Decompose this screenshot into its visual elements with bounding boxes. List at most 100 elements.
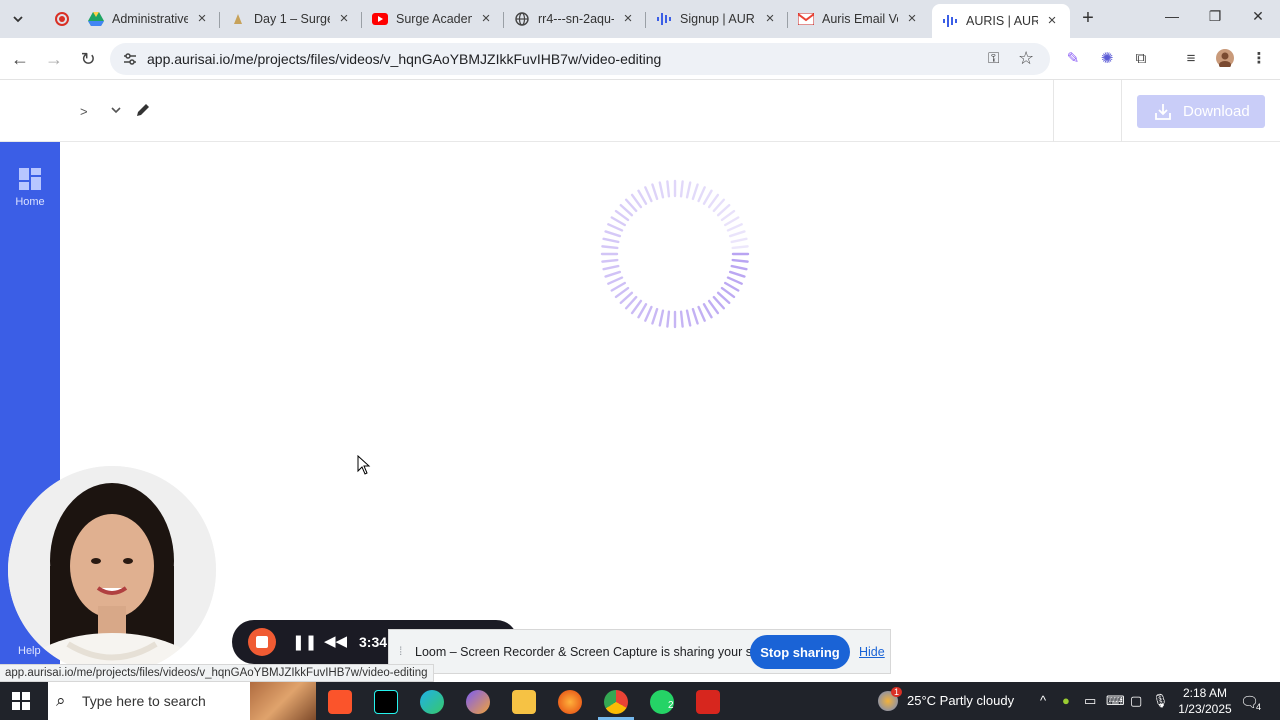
new-tab-button[interactable]: + [1078,8,1098,28]
forward-button[interactable]: → [43,48,65,70]
minimize-button[interactable]: — [1160,8,1184,28]
clock-time: 2:18 AM [1182,686,1228,700]
spinner-tick [724,281,740,292]
hide-link[interactable]: Hide [859,645,885,659]
spinner-tick [707,299,720,315]
tab-label: Surge Academy [396,12,472,26]
tab-auris-email[interactable]: Auris Email Ver × [788,4,930,34]
address-bar[interactable]: app.aurisai.io/me/projects/files/videos/… [110,43,1050,75]
spinner-tick [666,310,671,328]
spinner-tick [630,299,643,315]
system-clock[interactable]: 2:18 AM 1/23/2025 [1175,685,1235,717]
media-control-icon[interactable]: ≡ [1181,49,1201,69]
spinner-tick [730,264,748,271]
copilot-icon[interactable] [466,690,490,714]
edge-browser-icon[interactable] [420,690,444,714]
close-icon[interactable]: × [1044,13,1060,29]
reload-button[interactable]: ↻ [77,48,99,70]
auris-icon [942,13,958,29]
spinner-tick [728,270,746,278]
drag-handle-icon[interactable]: ⁞ [399,644,402,658]
youtube-icon [372,11,388,27]
file-explorer-icon[interactable] [512,690,536,714]
dashboard-icon [19,168,41,190]
close-icon[interactable]: × [194,11,210,27]
windows-start-icon[interactable] [12,692,30,710]
drive-icon [88,11,104,27]
spinner-tick [726,276,743,285]
close-icon[interactable]: × [904,11,920,27]
weather-alert-badge: 1 [891,687,903,697]
site-settings-icon[interactable] [122,51,138,67]
extensions-puzzle-icon[interactable]: ⧉ [1131,49,1151,69]
brave-browser-icon[interactable] [328,690,352,714]
tab-day1-surge[interactable]: Day 1 – Surge F × [220,4,362,34]
password-key-icon[interactable]: ⚿ [988,50,999,67]
browser-menu-icon[interactable]: ⋮ [1249,49,1269,69]
display-icon[interactable]: ▢ [1130,693,1142,709]
pause-icon[interactable]: ❚❚ [292,633,317,651]
spinner-tick [601,245,619,250]
spinner-tick [658,309,665,327]
spinner-tick [679,310,684,328]
webcam-bubble[interactable] [8,466,216,674]
rewind-icon[interactable]: ◀◀ [324,632,347,650]
tab-recording[interactable] [44,4,72,34]
spinner-tick [666,180,671,198]
extension-colorful-icon[interactable]: ✺ [1097,49,1117,69]
spinner-tick [716,291,731,305]
firefox-icon[interactable] [558,690,582,714]
tab-search-menu-button[interactable] [6,7,30,31]
microphone-icon[interactable]: 🎙 [1152,693,1169,709]
tiktok-icon[interactable] [374,690,398,714]
stop-recording-button[interactable] [248,628,276,656]
editor-main-area [60,142,1280,682]
back-button[interactable]: ← [9,48,31,70]
whatsapp-badge: 2 [668,700,674,711]
profile-avatar[interactable] [1215,49,1235,69]
close-icon[interactable]: × [336,11,352,27]
tab-surge-academy[interactable]: Surge Academy × [362,4,504,34]
sidebar-item-help[interactable]: Help [18,645,41,657]
sidebar-item-label: Home [15,196,45,208]
close-window-button[interactable]: ✕ [1246,8,1270,28]
spinner-tick [697,186,706,203]
tab-administrative[interactable]: Administrative × [78,4,220,34]
chevron-down-icon [13,16,23,23]
spinner-tick [637,303,648,319]
taskbar-search-box[interactable]: ⌕ Type here to search [48,682,316,720]
close-icon[interactable]: × [762,11,778,27]
presenter-avatar [8,466,216,674]
pen-extension-icon[interactable]: ✎ [1063,49,1083,69]
download-button[interactable]: Download [1137,95,1265,128]
tab-label: rr4---sn-2aqu-j [538,12,614,26]
stop-sharing-button[interactable]: Stop sharing [750,635,850,669]
show-hidden-icons-chevron-icon[interactable]: ^ [1040,693,1046,708]
acrobat-icon[interactable] [696,690,720,714]
spinner-tick [614,286,630,299]
tab-signup-auris[interactable]: Signup | AURIS × [646,4,788,34]
tray-app-icon[interactable]: ● [1062,693,1070,708]
close-icon[interactable]: × [620,11,636,27]
chrome-icon[interactable] [604,690,628,714]
tab-rr4[interactable]: rr4---sn-2aqu-j × [504,4,646,34]
bookmark-star-icon[interactable]: ☆ [1018,48,1034,69]
network-icon[interactable]: ▭ [1084,693,1096,709]
tab-auris-active[interactable]: AURIS | AURIS × [932,4,1070,38]
windows-taskbar: ⌕ Type here to search 2 1 25°C Partly cl… [0,682,1280,720]
loading-spinner [600,179,750,329]
close-icon[interactable]: × [478,11,494,27]
restore-button[interactable]: ❐ [1203,8,1227,28]
spinner-tick [602,264,620,271]
header-divider [1121,80,1122,142]
spinner-tick [604,270,622,278]
spinner-tick [604,230,622,238]
sidebar-item-home[interactable]: Home [0,166,60,208]
chevron-down-icon[interactable] [110,104,122,119]
keyboard-icon[interactable]: ⌨ [1106,693,1125,709]
edit-pencil-icon[interactable] [135,102,151,123]
weather-text[interactable]: 25°C Partly cloudy [907,693,1014,708]
spinner-tick [685,309,692,327]
search-highlight-image [250,682,316,720]
record-icon [54,11,70,27]
